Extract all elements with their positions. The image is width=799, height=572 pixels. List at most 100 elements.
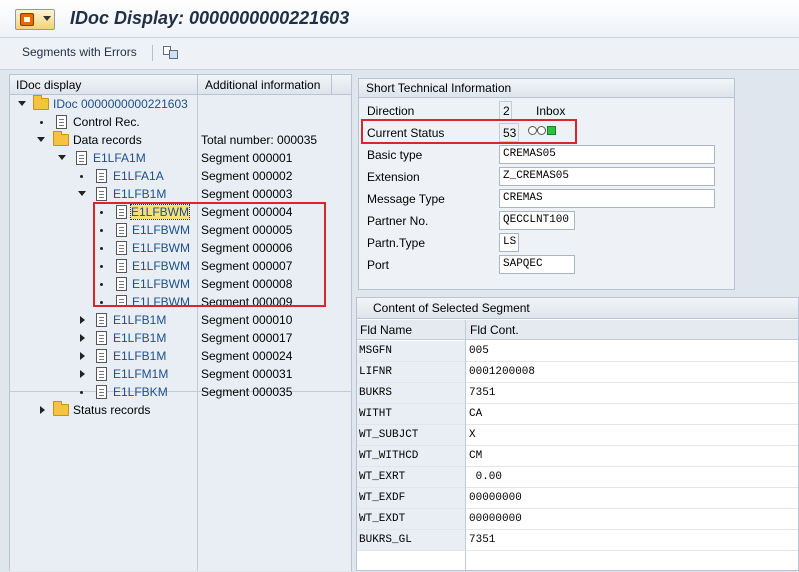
table-row[interactable]: LIFNR 0001200008	[357, 362, 798, 383]
document-icon	[96, 367, 107, 381]
document-icon	[96, 313, 107, 327]
folder-open-icon	[33, 95, 49, 110]
table-row[interactable]: BUKRS_GL 7351	[357, 530, 798, 551]
sap-menu-icon	[20, 13, 34, 26]
collapse-icon[interactable]	[80, 352, 85, 360]
tree-node-root[interactable]: IDoc 0000000000221603	[10, 95, 351, 113]
field-name: BUKRS	[359, 387, 393, 399]
application-toolbar: Segments with Errors	[0, 38, 799, 70]
table-row[interactable]: WT_EXDF 00000000	[357, 488, 798, 509]
message-type-label: Message Type	[367, 192, 445, 206]
segment-content-panel: Content of Selected Segment Fld Name Fld…	[356, 297, 799, 572]
tree-node-label: IDoc 0000000000221603	[53, 97, 188, 111]
field-value: 005	[469, 345, 489, 357]
tree-node-control-rec[interactable]: Control Rec.	[10, 113, 351, 131]
tree-node-info: Segment 000031	[201, 367, 293, 381]
field-value: 00000000	[469, 492, 522, 504]
field-name: LIFNR	[359, 366, 393, 378]
segment-table-header: Fld Name Fld Cont.	[357, 320, 798, 340]
tree-node-label: E1LFB1M	[113, 187, 167, 201]
expand-icon[interactable]	[58, 155, 66, 160]
toolbar-separator	[152, 45, 153, 61]
tree-node-label: E1LFM1M	[113, 367, 169, 381]
tree-node-label: Control Rec.	[73, 115, 140, 129]
port-field: SAPQEC	[499, 255, 575, 274]
tree-header-additional-info[interactable]: Additional information	[205, 78, 320, 92]
folder-open-icon	[53, 131, 69, 146]
collapse-icon[interactable]	[80, 316, 85, 324]
tree-node-info: Segment 000002	[201, 169, 293, 183]
tree-node-info: Segment 000001	[201, 151, 293, 165]
column-header-fld-name[interactable]: Fld Name	[360, 323, 412, 337]
tree-node-data-records[interactable]: Data records Total number: 000035	[10, 131, 351, 149]
title-bar: IDoc Display: 0000000000221603	[0, 0, 799, 38]
port-label: Port	[367, 258, 390, 272]
tree-node-label: E1LFA1A	[113, 169, 164, 183]
collapse-icon[interactable]	[40, 406, 45, 414]
partn-type-label: Partn.Type	[367, 236, 426, 250]
expand-icon[interactable]	[78, 191, 86, 196]
table-row[interactable]: WT_EXRT 0.00	[357, 467, 798, 488]
extension-label: Extension	[367, 170, 420, 184]
direction-field: 2	[499, 101, 512, 120]
table-row[interactable]: WT_WITHCD CM	[357, 446, 798, 467]
collapse-icon[interactable]	[80, 334, 85, 342]
table-row[interactable]: WT_EXDT 00000000	[357, 509, 798, 530]
table-row[interactable]: WITHT CA	[357, 404, 798, 425]
direction-label: Direction	[367, 104, 415, 118]
tree-node-label: Status records	[73, 403, 151, 417]
segments-with-errors-button[interactable]: Segments with Errors	[22, 45, 137, 59]
partner-no-field: QECCLNT100	[499, 211, 575, 230]
message-type-field: CREMAS	[499, 189, 715, 208]
table-row[interactable]: MSGFN 005	[357, 341, 798, 362]
field-value: 7351	[469, 387, 496, 399]
document-icon	[76, 151, 87, 165]
tree-node-info: Segment 000024	[201, 349, 293, 363]
display-structure-icon[interactable]	[163, 46, 179, 60]
tree-node-e1lfb1m[interactable]: E1LFB1M Segment 000024	[10, 347, 351, 365]
tree-node-e1lfb1m[interactable]: E1LFB1M Segment 000003	[10, 185, 351, 203]
field-value: 0.00	[469, 471, 503, 483]
panel-title: Short Technical Information	[366, 81, 512, 95]
tree-node-e1lfm1m[interactable]: E1LFM1M Segment 000031	[10, 365, 351, 383]
tree-header-idoc-display[interactable]: IDoc display	[16, 78, 81, 92]
tree-node-e1lfb1m[interactable]: E1LFB1M Segment 000010	[10, 311, 351, 329]
field-name: WT_WITHCD	[359, 450, 419, 462]
tree-node-status-records[interactable]: Status records	[10, 401, 351, 419]
document-icon	[96, 349, 107, 363]
tree-node-e1lfbkm[interactable]: E1LFBKM Segment 000035	[10, 383, 351, 401]
direction-text: Inbox	[536, 104, 566, 118]
folder-icon	[53, 401, 69, 416]
tree-node-label: E1LFB1M	[113, 331, 167, 345]
field-value: X	[469, 429, 476, 441]
basic-type-field: CREMAS05	[499, 145, 715, 164]
partner-no-label: Partner No.	[367, 214, 429, 228]
field-value: CA	[469, 408, 483, 420]
field-name: WT_SUBJCT	[359, 429, 419, 441]
tree-node-label: Data records	[73, 133, 142, 147]
system-menu-button[interactable]	[15, 9, 55, 30]
panel-title: Content of Selected Segment	[373, 301, 530, 315]
page-title: IDoc Display: 0000000000221603	[70, 8, 350, 28]
field-value: 00000000	[469, 513, 522, 525]
tree-node-e1lfa1a[interactable]: E1LFA1A Segment 000002	[10, 167, 351, 185]
table-row[interactable]: WT_SUBJCT X	[357, 425, 798, 446]
tree-node-e1lfb1m[interactable]: E1LFB1M Segment 000017	[10, 329, 351, 347]
field-name: WT_EXDT	[359, 513, 406, 525]
field-name: BUKRS_GL	[359, 534, 412, 546]
tree-node-info: Total number: 000035	[201, 133, 318, 147]
document-icon	[96, 169, 107, 183]
field-name: MSGFN	[359, 345, 393, 357]
tree-node-label: E1LFB1M	[113, 349, 167, 363]
highlight-box-status	[361, 119, 577, 144]
field-value: 0001200008	[469, 366, 536, 378]
collapse-icon[interactable]	[80, 370, 85, 378]
column-header-fld-cont[interactable]: Fld Cont.	[470, 323, 519, 337]
tree-node-info: Segment 000017	[201, 331, 293, 345]
table-row[interactable]: BUKRS 7351	[357, 383, 798, 404]
field-value: CM	[469, 450, 483, 462]
expand-icon[interactable]	[37, 137, 45, 142]
expand-icon[interactable]	[18, 101, 26, 106]
basic-type-label: Basic type	[367, 148, 423, 162]
tree-node-e1lfa1m[interactable]: E1LFA1M Segment 000001	[10, 149, 351, 167]
